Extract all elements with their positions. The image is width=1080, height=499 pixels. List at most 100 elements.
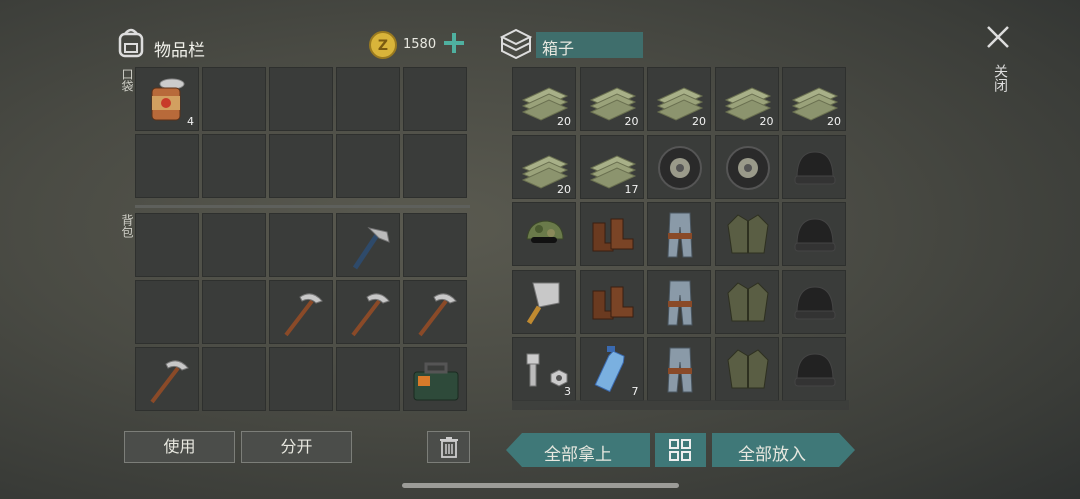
inventory-slot[interactable]: [579, 202, 644, 266]
inventory-slot[interactable]: [202, 134, 266, 198]
inventory-slot[interactable]: [403, 67, 467, 131]
beanie-icon: [789, 277, 841, 329]
close-label: 关闭: [992, 64, 1008, 92]
inventory-slot[interactable]: [336, 213, 400, 277]
inventory-slot[interactable]: [782, 134, 846, 199]
inventory-slot[interactable]: [135, 280, 199, 344]
beanie-icon: [789, 344, 841, 396]
box-grid-scroll-indicator: [512, 400, 849, 410]
item-count: 7: [631, 385, 639, 398]
toolbox-icon: [410, 354, 462, 406]
inventory-slot[interactable]: [269, 347, 333, 411]
grid-icon: [669, 439, 691, 461]
inventory-slot[interactable]: 20: [512, 134, 576, 199]
inventory-slot[interactable]: [269, 67, 333, 131]
inventory-slot[interactable]: [579, 269, 644, 334]
inventory-slot[interactable]: [647, 202, 711, 266]
beanie-icon: [789, 142, 841, 194]
inventory-slot[interactable]: [135, 213, 199, 277]
inventory-slot[interactable]: [647, 337, 711, 401]
inventory-slot[interactable]: 3: [512, 337, 576, 401]
inventory-slot[interactable]: [336, 67, 400, 131]
inventory-slot[interactable]: [135, 134, 199, 198]
inventory-slot[interactable]: [782, 269, 846, 334]
inventory-slot[interactable]: 20: [714, 67, 779, 131]
put-all-button[interactable]: 全部放入: [712, 433, 855, 467]
inventory-slot[interactable]: [782, 202, 846, 266]
inventory-slot[interactable]: [714, 134, 779, 199]
split-button[interactable]: 分开: [241, 431, 352, 463]
use-button[interactable]: 使用: [124, 431, 235, 463]
jacket-icon: [722, 344, 774, 396]
inventory-slot[interactable]: [269, 280, 333, 344]
pocket-label: 口袋: [120, 68, 134, 92]
inventory-slot[interactable]: 20: [782, 67, 846, 131]
jacket-icon: [722, 277, 774, 329]
delete-button[interactable]: [427, 431, 470, 463]
box-icon: [498, 27, 534, 60]
inventory-slot[interactable]: [336, 134, 400, 198]
close-icon: [987, 26, 1009, 48]
inventory-slot[interactable]: [403, 347, 467, 411]
home-indicator[interactable]: [402, 483, 679, 488]
inventory-slot[interactable]: 20: [512, 67, 576, 131]
container-name: 箱子: [542, 39, 575, 58]
trash-icon: [439, 437, 458, 458]
item-count: 17: [624, 182, 639, 196]
tire-icon: [654, 142, 706, 194]
inventory-title: 物品栏: [154, 41, 205, 61]
item-count: 20: [759, 115, 774, 128]
item-count: 4: [187, 115, 194, 128]
inventory-slot[interactable]: [512, 202, 576, 266]
take-all-label: 全部拿上: [544, 445, 612, 465]
close-button[interactable]: 关闭: [985, 24, 1011, 104]
inventory-slot[interactable]: [714, 337, 779, 401]
take-all-button[interactable]: 全部拿上: [506, 433, 650, 467]
inventory-slot[interactable]: 20: [647, 67, 711, 131]
inventory-slot[interactable]: 17: [579, 134, 644, 199]
container-name-field[interactable]: 箱子: [536, 32, 643, 58]
inventory-slot[interactable]: [403, 280, 467, 344]
put-all-label: 全部放入: [738, 445, 806, 465]
inventory-slot[interactable]: [714, 202, 779, 266]
inventory-slot[interactable]: [403, 213, 467, 277]
inventory-slot[interactable]: [336, 280, 400, 344]
inventory-slot[interactable]: [782, 337, 846, 401]
item-count: 20: [692, 115, 706, 128]
inventory-slot[interactable]: 7: [579, 337, 644, 401]
add-coins-button[interactable]: [442, 31, 466, 55]
jeans-icon: [654, 209, 706, 261]
inventory-slot[interactable]: 20: [579, 67, 644, 131]
sort-button[interactable]: [655, 433, 706, 467]
inventory-slot[interactable]: [202, 347, 266, 411]
inventory-slot[interactable]: [269, 213, 333, 277]
inventory-slot[interactable]: [647, 269, 711, 334]
camo-cap-icon: [519, 209, 571, 261]
inventory-slot[interactable]: [336, 347, 400, 411]
boots-icon: [587, 277, 639, 329]
inventory-slot[interactable]: [202, 213, 266, 277]
inventory-slot[interactable]: [202, 280, 266, 344]
item-count: 3: [564, 385, 571, 398]
cleaver-icon: [519, 277, 571, 329]
inventory-slot[interactable]: [269, 134, 333, 198]
beanie-icon: [789, 209, 841, 261]
coin-icon: Z: [369, 31, 397, 59]
jeans-icon: [654, 277, 706, 329]
svg-text:Z: Z: [378, 38, 388, 54]
inventory-slot[interactable]: [403, 134, 467, 198]
tire-icon: [722, 142, 774, 194]
inventory-slot[interactable]: [135, 347, 199, 411]
inventory-slot[interactable]: [512, 269, 576, 334]
inventory-slot[interactable]: 4: [135, 67, 199, 131]
inventory-slot[interactable]: [202, 67, 266, 131]
boots-icon: [587, 209, 639, 261]
item-count: 20: [557, 115, 571, 128]
hatchet-icon: [343, 220, 395, 272]
pickaxe-icon: [142, 354, 194, 406]
inventory-slot[interactable]: [647, 134, 711, 199]
backpack-icon: [116, 26, 146, 58]
inventory-slot[interactable]: [714, 269, 779, 334]
item-count: 20: [557, 182, 571, 196]
coin-count: 1580: [403, 37, 437, 52]
